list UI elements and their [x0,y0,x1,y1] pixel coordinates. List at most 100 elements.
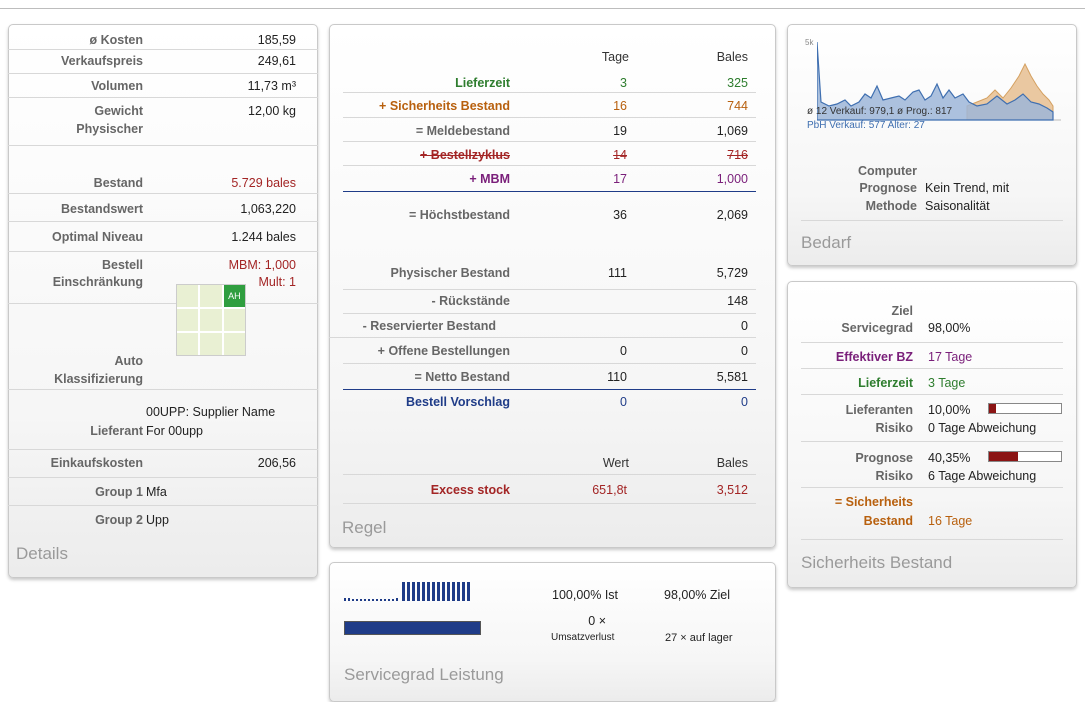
bestellzyklus-tage: 14 [613,148,627,162]
regel-row-offene: + Offene Bestellungen 0 0 [343,338,756,364]
sb-total-label2: Bestand [863,514,913,528]
class-cell [200,285,222,307]
stock-days: 27 × auf lager [665,632,733,644]
details-title: Details [16,544,68,563]
group2-label: Group 2 [95,513,143,527]
ziel-label1: Ziel [891,304,913,318]
sb-row-prognose-risiko: Prognose Risiko 40,35% 6 Tage Abweichung [801,442,1063,488]
regel-row-physischer: Physischer Bestand 111 5,729 [343,252,756,290]
sb-lieferzeit-value: 3 Tage [928,376,966,390]
methode-value: Saisonalität [925,199,990,213]
physical-stock-value: 5.729 bales [231,176,296,190]
purchase-cost-label: Einkaufskosten [50,456,143,470]
service-content: 100,00% Ist 98,00% Ziel 0 × Umsatzverlus… [329,562,776,691]
service-level-fill [345,622,480,634]
bestellvorschlag-bales: 0 [741,395,748,409]
details-row-optimal-level: Optimal Niveau 1.244 bales [8,222,318,252]
sb-total-label1: = Sicherheits [834,495,913,509]
offene-tage: 0 [620,344,627,358]
class-cell [200,333,222,355]
lieferanten-label2: Risiko [875,421,913,435]
regel-row-lieferzeit: Lieferzeit 3 325 [343,70,756,93]
lieferzeit-tage: 3 [620,76,627,90]
class-cell-active: AH [223,285,245,307]
col-header-bales: Bales [716,50,748,64]
reserviert-label: - Reservierter Bestand [362,319,496,333]
excess-bales: 3,512 [716,483,748,497]
col-header-tage: Tage [601,50,629,64]
details-row-weight: Gewicht 12,00 kg [8,98,318,146]
mbm-tage: 17 [613,172,627,186]
class-cell [223,309,245,331]
methode-label: Methode [865,199,917,213]
regel-row-reserviert: - Reservierter Bestand 0 [329,314,756,338]
bedarf-divider [801,220,1063,221]
regel-content: Tage Bales Lieferzeit 3 325 + Sicherheit… [329,24,776,548]
reserviert-bales: 0 [741,319,748,333]
sicherheits-label: + Sicherheits Bestand [379,99,510,113]
bestellvorschlag-tage: 0 [620,395,627,409]
service-title: Servicegrad Leistung [344,665,504,684]
netto-tage: 110 [607,370,627,384]
purchase-cost-value: 206,56 [257,456,296,470]
meldebestand-bales: 1,069 [716,124,748,138]
regel-row-rueckstaende: - Rückstände 148 [343,290,756,314]
sb-row-effektiver: Effektiver BZ 17 Tage [801,343,1063,369]
lieferanten-risk-fill [989,404,997,413]
sicherheit-content: Ziel Servicegrad 98,00% Effektiver BZ 17… [787,281,1077,588]
details-content: ø Kosten 185,59 Verkaufspreis 249,61 Vol… [8,24,318,578]
sicherheit-title: Sicherheits Bestand [801,553,953,572]
netto-bales: 5,581 [716,370,748,384]
details-row-supplier: 00UPP: Supplier Name Lieferant For 00upp [8,390,318,450]
bestellzyklus-bales: 716 [727,148,748,162]
physical-stock-label1: Physischer [76,122,143,136]
hoechstbestand-label: = Höchstbestand [408,208,510,222]
sb-row-lieferanten-risiko: Lieferanten Risiko 10,00% 0 Tage Abweich… [801,395,1063,442]
lieferanten-deviation: 0 Tage Abweichung [928,421,1037,435]
rueckstaende-bales: 148 [727,294,748,308]
details-row-physical-stock-line2: Bestand 5.729 bales [8,170,318,194]
service-level-bar [344,621,481,635]
regel-row-meldebestand: = Meldebestand 19 1,069 [343,118,756,142]
excess-wert: 651,8t [592,483,627,497]
supplier-value2: For 00upp [146,424,203,438]
regel-row-excess: Excess stock 651,8t 3,512 [343,474,756,504]
details-row-purchase-cost: Einkaufskosten 206,56 [8,450,318,478]
effektiver-label: Effektiver BZ [835,350,913,364]
class-cell [177,285,199,307]
lost-sales-label: Umsatzverlust [551,632,615,643]
volume-label: Volumen [91,79,143,93]
auto-class-label2: Klassifizierung [54,372,143,386]
col-header-bales-2: Bales [716,456,748,470]
supplier-label: Lieferant [90,424,143,438]
order-restriction-label2: Einschränkung [52,275,143,289]
bedarf-content: 5k ø 12 Verkauf: 979,1 ø Prog.: 817 PbH … [787,24,1077,266]
sb-row-ziel: Ziel Servicegrad 98,00% [801,281,1063,343]
class-cell [200,309,222,331]
details-row-group1: Group 1 Mfa [8,478,318,506]
bestellzyklus-label: + Bestellzyklus [420,148,510,162]
prognose-label: Prognose [859,181,917,195]
sb-total-value: 16 Tage [928,514,973,528]
auto-classification-grid[interactable]: AH [176,284,246,356]
avg-cost-value: 185,59 [257,33,296,47]
hoechstbestand-bales: 2,069 [716,208,748,222]
sales-price-label: Verkaufspreis [61,54,143,68]
physischer-label: Physischer Bestand [390,266,511,280]
bestellvorschlag-label: Bestell Vorschlag [406,395,510,409]
bedarf-title: Bedarf [801,233,852,252]
physischer-bales: 5,729 [716,266,748,280]
physical-stock-label2: Bestand [93,176,143,190]
supplier-value1: 00UPP: Supplier Name [146,405,276,419]
sales-price-value: 249,61 [257,54,296,68]
prognose-risk-label1: Prognose [855,451,913,465]
ziel-value: 98,00% [928,321,971,335]
offene-label: + Offene Bestellungen [377,344,510,358]
class-cell [177,309,199,331]
stock-value-label: Bestandswert [61,202,143,216]
order-restriction-value2: Mult: 1 [258,275,296,289]
prognose-risk-fill [989,452,1019,461]
mbm-label: + MBM [469,172,510,186]
netto-label: = Netto Bestand [414,370,510,384]
details-row-auto-classification: Auto Klassifizierung [8,304,318,390]
